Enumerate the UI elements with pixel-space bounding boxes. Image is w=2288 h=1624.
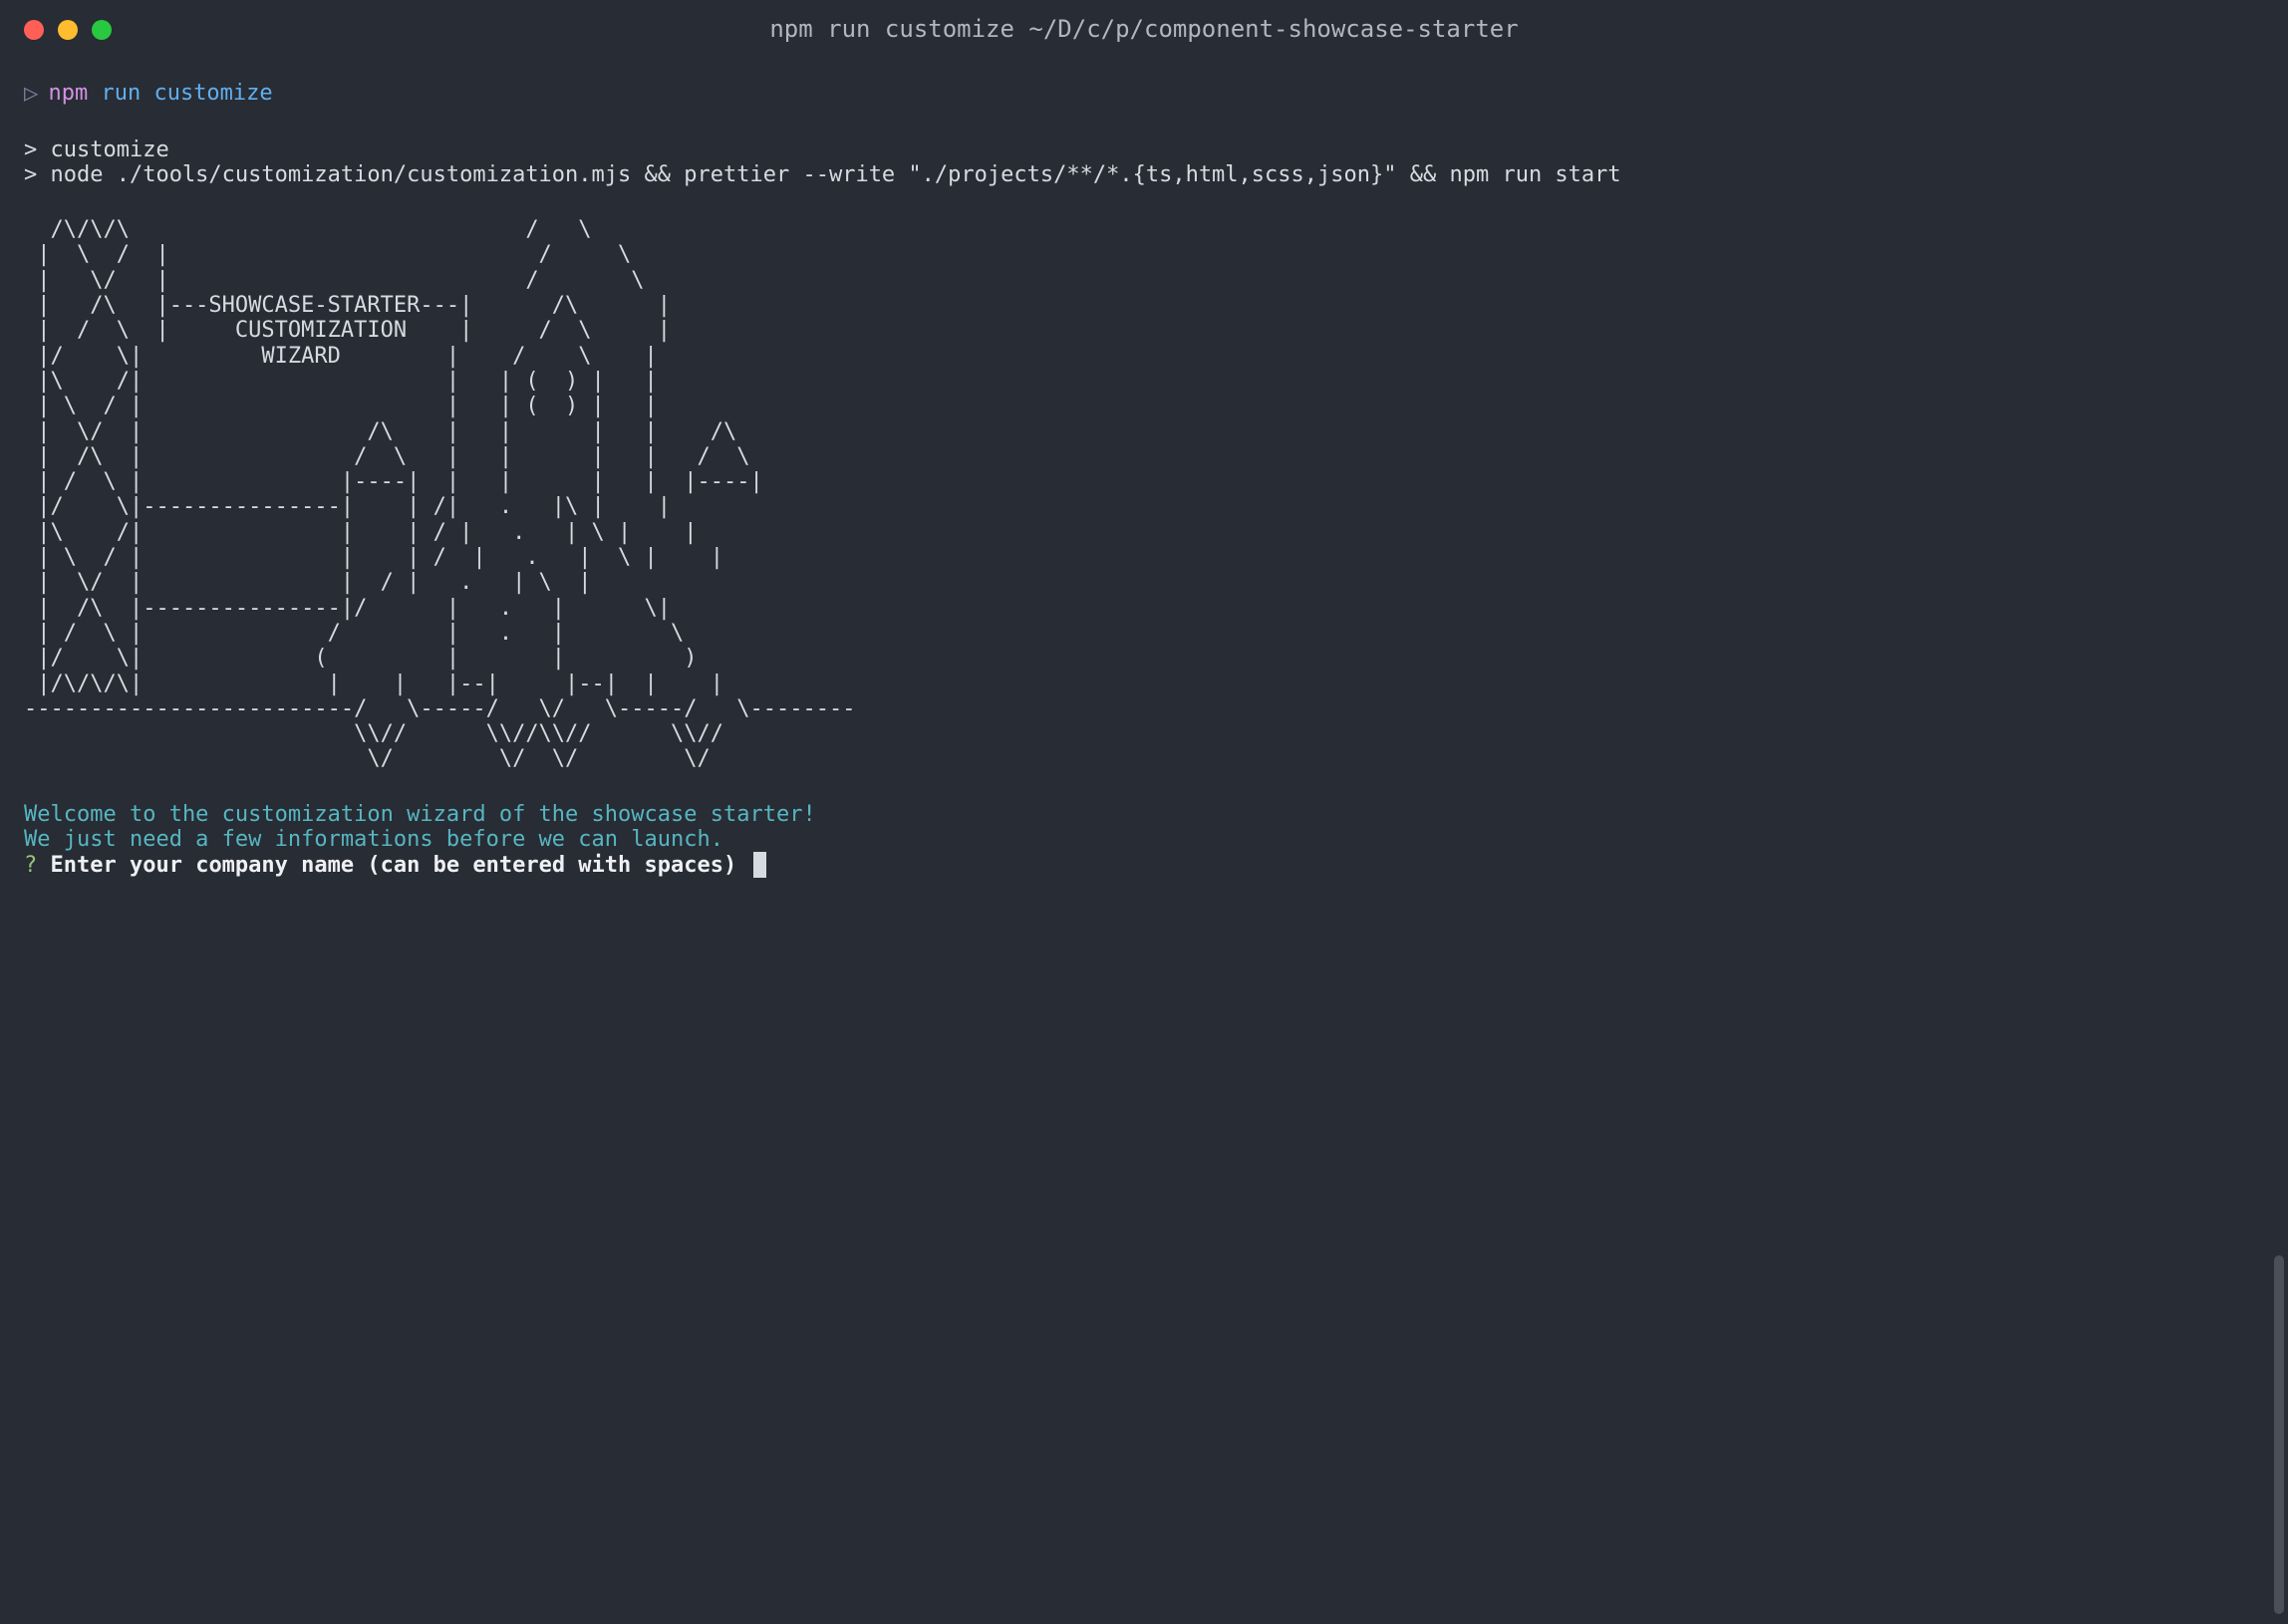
prompt-triangle-icon: ▷	[24, 80, 38, 108]
command-line: ▷ npm run customize	[24, 80, 2264, 108]
output-line-2: > node ./tools/customization/customizati…	[24, 162, 1621, 187]
welcome-line-1: Welcome to the customization wizard of t…	[24, 802, 2264, 827]
traffic-lights	[24, 20, 112, 40]
ascii-rocket-art: /\/\/\ / \ | \ / | / \ | \/ | / \ | /\ |…	[24, 217, 2264, 772]
terminal-content[interactable]: ▷ npm run customize > customize > node .…	[0, 60, 2288, 899]
cmd-npm: npm	[48, 81, 88, 106]
cmd-run: run	[101, 81, 141, 106]
window-title: npm run customize ~/D/c/p/component-show…	[769, 16, 1518, 44]
input-prompt-line: ? Enter your company name (can be entere…	[24, 853, 766, 878]
script-output: > customize > node ./tools/customization…	[24, 137, 2264, 188]
minimize-window-button[interactable]	[58, 20, 78, 40]
cmd-customize: customize	[153, 81, 272, 106]
question-mark-icon: ?	[24, 853, 37, 878]
wizard-prompt-area: Welcome to the customization wizard of t…	[24, 802, 2264, 879]
command-text: npm run customize	[48, 81, 272, 106]
maximize-window-button[interactable]	[92, 20, 112, 40]
welcome-line-2: We just need a few informations before w…	[24, 827, 2264, 852]
close-window-button[interactable]	[24, 20, 44, 40]
scrollbar-thumb[interactable]	[2274, 1255, 2284, 1614]
text-cursor[interactable]	[753, 852, 766, 878]
output-line-1: > customize	[24, 137, 169, 162]
prompt-question-text: Enter your company name (can be entered …	[51, 853, 737, 878]
window-titlebar: npm run customize ~/D/c/p/component-show…	[0, 0, 2288, 60]
